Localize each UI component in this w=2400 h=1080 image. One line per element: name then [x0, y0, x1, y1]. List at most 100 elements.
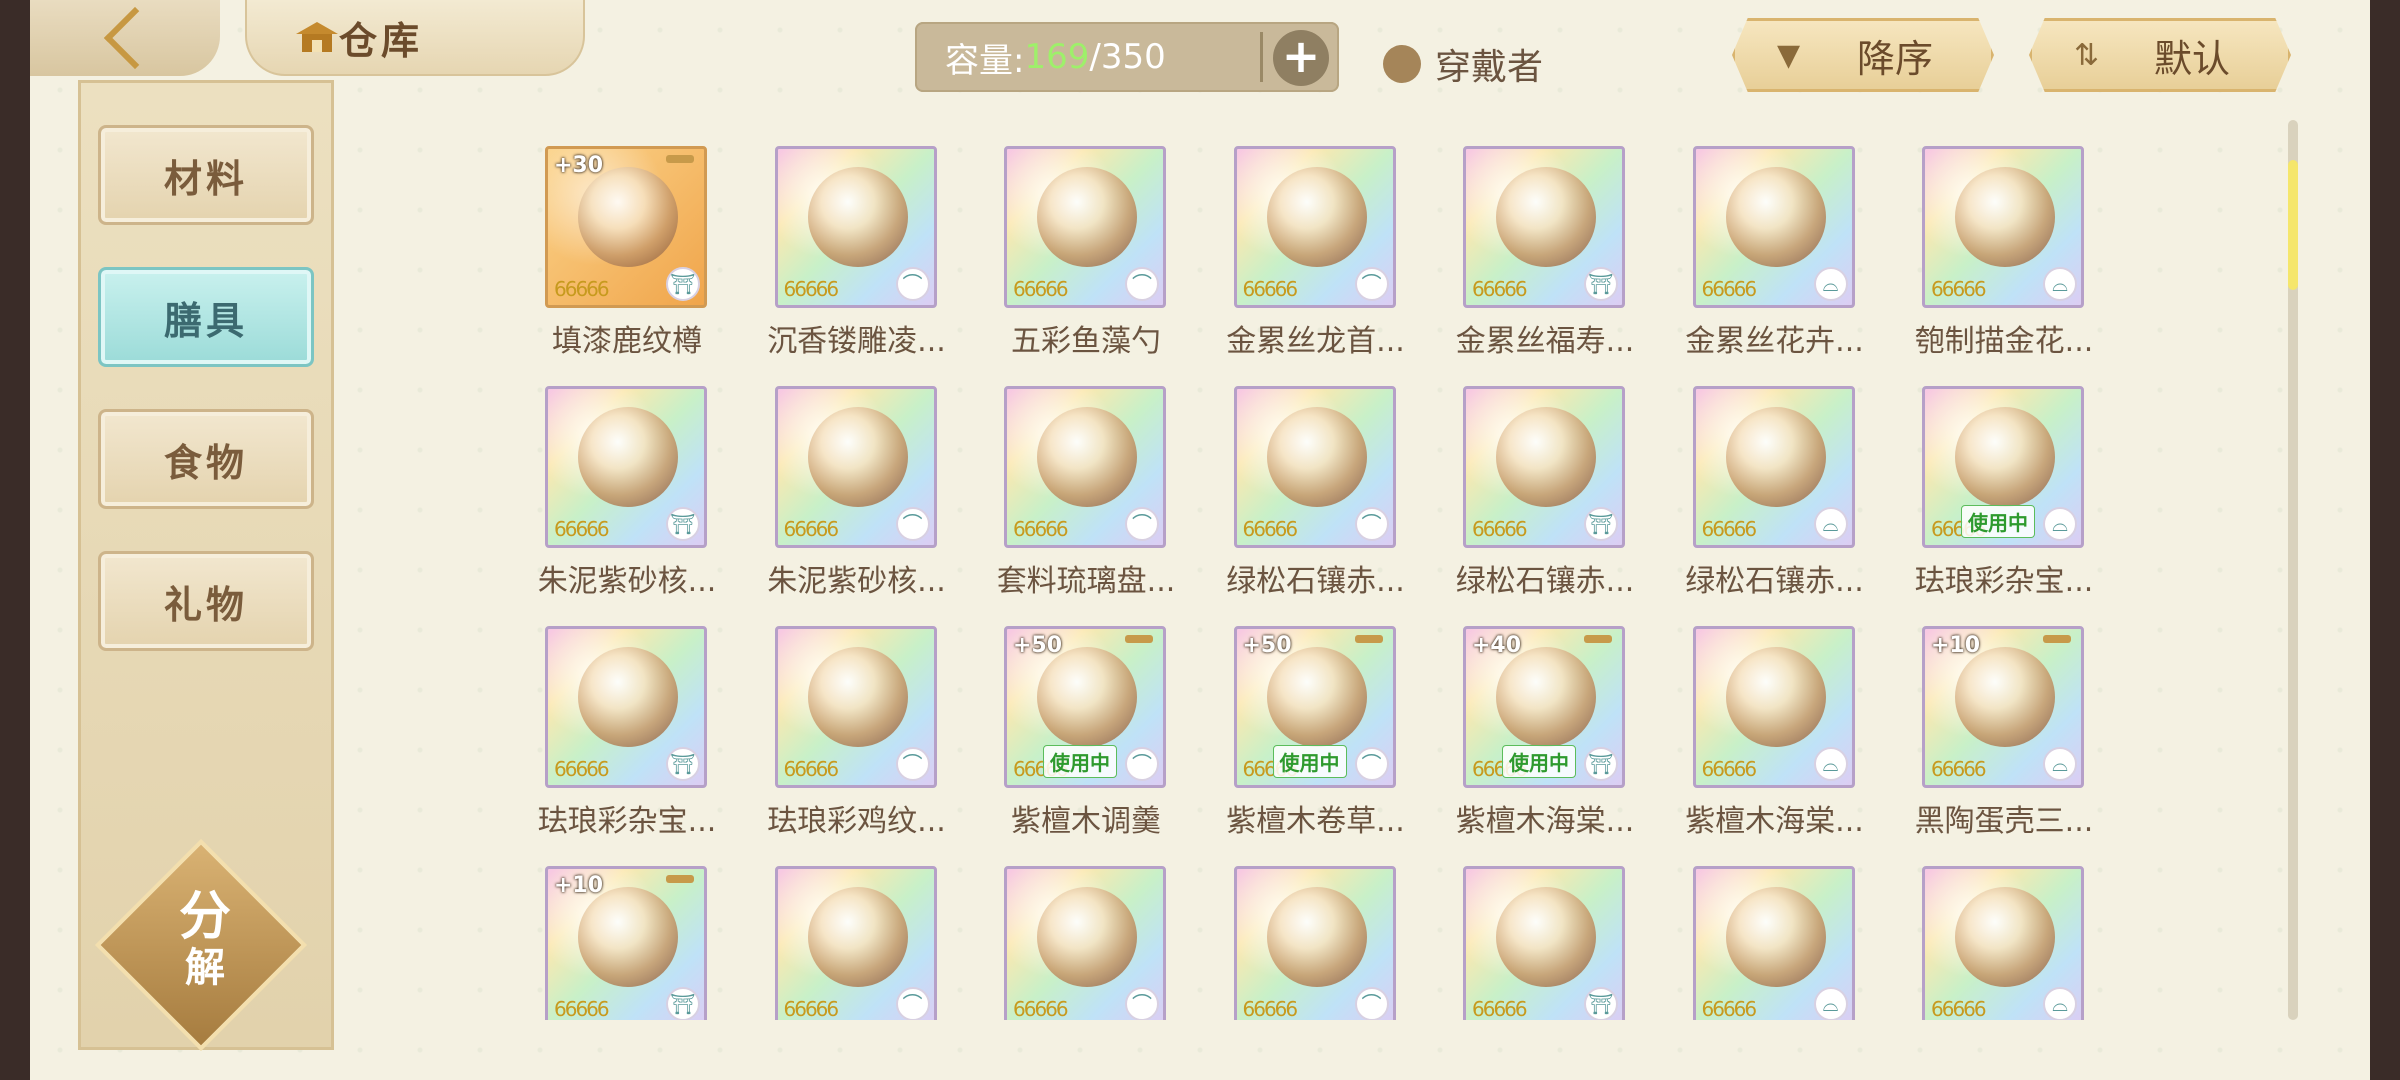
item-card[interactable]: 66666 ⌒ — [1233, 386, 1396, 548]
triangle-down-icon: ▼ — [1777, 37, 1801, 73]
item-slot[interactable]: 66666 ⌒ 金累丝龙首... — [1211, 142, 1421, 372]
item-card[interactable]: +50 66666 ⌒ 使用中 — [1233, 626, 1396, 788]
item-card[interactable]: 66666 ⌓ — [1692, 866, 1855, 1020]
item-slot[interactable]: 66666 ⌓ 使用中 珐琅彩杂宝... — [1899, 382, 2109, 612]
item-slot[interactable]: 66666 ⛩ 朱泥紫砂核... — [522, 382, 732, 612]
item-slot[interactable]: 66666 ⛩ 金累丝福寿... — [1440, 142, 1650, 372]
item-card[interactable]: 66666 ⛩ — [545, 386, 707, 548]
item-card[interactable]: 66666 ⌒ — [774, 626, 937, 788]
item-card[interactable]: 66666 ⌓ — [1922, 866, 2084, 1020]
item-slot[interactable]: +10 66666 ⛩ — [522, 862, 732, 1020]
item-slot[interactable]: 66666 ⌓ 金累丝花卉... — [1670, 142, 1880, 372]
item-name: 紫檀木海棠... — [1455, 804, 1635, 839]
item-artwork-icon — [1725, 167, 1826, 267]
item-rarity-icon: 66666 — [1931, 277, 1987, 301]
item-slot[interactable]: 66666 ⌒ — [1211, 862, 1421, 1020]
item-type-icon: ⌒ — [1354, 987, 1389, 1020]
item-card[interactable]: 66666 ⌒ — [774, 386, 937, 548]
item-card[interactable]: 66666 ⌒ — [1004, 386, 1166, 548]
item-slot[interactable]: 66666 ⌓ — [1899, 862, 2109, 1020]
item-slot[interactable]: 66666 ⌒ 朱泥紫砂核... — [752, 382, 962, 612]
wearer-toggle[interactable]: 穿戴者 — [1383, 38, 1543, 90]
item-type-icon: ⌒ — [895, 747, 930, 781]
item-rarity-icon: 66666 — [1013, 997, 1069, 1020]
in-use-badge: 使用中 — [1961, 505, 2035, 538]
item-card[interactable]: 66666 ⌒ — [774, 146, 937, 308]
item-rarity-icon: 66666 — [1013, 517, 1069, 541]
item-level-badge: +10 — [554, 873, 604, 898]
tab-tableware[interactable]: 膳具 — [98, 267, 314, 367]
item-card[interactable]: 66666 ⛩ — [1463, 386, 1625, 548]
item-card[interactable]: 66666 ⌒ — [1233, 866, 1396, 1020]
item-artwork-icon — [1955, 887, 2055, 987]
in-use-badge: 使用中 — [1272, 745, 1347, 778]
scrollbar-thumb[interactable] — [2288, 160, 2298, 290]
item-type-icon: ⛩ — [1584, 267, 1618, 301]
item-card[interactable]: 66666 ⌓ — [1692, 626, 1855, 788]
item-artwork-icon — [1266, 647, 1367, 747]
item-card[interactable]: +40 66666 ⛩ 使用中 — [1463, 626, 1625, 788]
item-name: 黑陶蛋壳三... — [1914, 804, 2094, 839]
item-slot[interactable]: 66666 ⌒ 珐琅彩鸡纹... — [752, 622, 962, 852]
tab-gifts[interactable]: 礼物 — [98, 551, 314, 651]
item-name: 金累丝花卉... — [1685, 324, 1864, 359]
item-slot[interactable]: 66666 ⌓ 紫檀木海棠... — [1670, 622, 1880, 852]
item-card[interactable]: +30 66666 ⛩ — [545, 146, 707, 308]
item-card[interactable]: 66666 ⌓ — [1922, 146, 2084, 308]
item-card[interactable]: +50 66666 ⌒ 使用中 — [1004, 626, 1166, 788]
tab-materials[interactable]: 材料 — [98, 125, 314, 225]
item-card[interactable]: +10 66666 ⌓ — [1922, 626, 2084, 788]
item-name: 珐琅彩杂宝... — [537, 804, 717, 839]
item-name: 绿松石镶赤... — [1685, 564, 1864, 599]
item-slot[interactable]: +10 66666 ⌓ 黑陶蛋壳三... — [1899, 622, 2109, 852]
item-card[interactable]: +10 66666 ⛩ — [545, 866, 707, 1020]
item-slot[interactable]: 66666 ⌓ 匏制描金花... — [1899, 142, 2109, 372]
item-slot[interactable]: 66666 ⌒ 五彩鱼藻勺 — [981, 142, 1191, 372]
item-name: 填漆鹿纹樽 — [552, 324, 702, 359]
item-type-icon: ⌓ — [1813, 987, 1848, 1020]
item-card[interactable]: 66666 ⛩ — [1463, 146, 1625, 308]
item-rarity-icon: 66666 — [554, 277, 610, 301]
item-card[interactable]: 66666 ⛩ — [1463, 866, 1625, 1020]
item-slot[interactable]: 66666 ⌒ 沉香镂雕凌... — [752, 142, 962, 372]
item-rarity-icon: 66666 — [1701, 997, 1758, 1020]
item-type-icon: ⌒ — [1125, 987, 1159, 1020]
item-card[interactable]: 66666 ⛩ — [545, 626, 707, 788]
sort-default-button[interactable]: ⇅ 默认 — [2029, 18, 2291, 92]
item-type-icon: ⛩ — [1584, 747, 1618, 781]
item-type-icon: ⌓ — [2043, 987, 2077, 1020]
decompose-label-top: 分 — [178, 886, 231, 947]
decompose-label[interactable]: 分 解 — [150, 888, 260, 990]
item-slot[interactable]: +40 66666 ⛩ 使用中紫檀木海棠... — [1440, 622, 1650, 852]
back-button[interactable] — [30, 0, 220, 76]
item-card[interactable]: 66666 ⌒ — [1004, 866, 1166, 1020]
expand-capacity-button[interactable]: + — [1273, 30, 1329, 86]
item-slot[interactable]: 66666 ⛩ 珐琅彩杂宝... — [522, 622, 732, 852]
item-slot[interactable]: 66666 ⌒ — [752, 862, 962, 1020]
item-slot[interactable]: 66666 ⌓ — [1670, 862, 1880, 1020]
tab-food[interactable]: 食物 — [98, 409, 314, 509]
item-rarity-icon: 66666 — [1931, 757, 1987, 781]
wearer-label: 穿戴者 — [1435, 47, 1544, 88]
item-card[interactable]: 66666 ⌓ 使用中 — [1922, 386, 2084, 548]
item-name: 紫檀木调羹 — [1011, 804, 1161, 839]
item-slot[interactable]: +50 66666 ⌒ 使用中紫檀木调羹 — [981, 622, 1191, 852]
item-slot[interactable]: 66666 ⌒ — [981, 862, 1191, 1020]
sort-descending-button[interactable]: ▼ 降序 — [1732, 18, 1994, 92]
item-artwork-icon — [807, 647, 908, 747]
item-card[interactable]: 66666 ⌒ — [1233, 146, 1396, 308]
item-rarity-icon: 66666 — [1242, 517, 1299, 541]
item-slot[interactable]: 66666 ⛩ 绿松石镶赤... — [1440, 382, 1650, 612]
item-slot[interactable]: 66666 ⌒ 套料琉璃盘... — [981, 382, 1191, 612]
item-card[interactable]: 66666 ⌒ — [1004, 146, 1166, 308]
item-slot[interactable]: +30 66666 ⛩ 填漆鹿纹樽 — [522, 142, 732, 372]
item-slot[interactable]: 66666 ⌒ 绿松石镶赤... — [1211, 382, 1421, 612]
item-type-icon: ⌒ — [1125, 507, 1159, 541]
item-slot[interactable]: 66666 ⌓ 绿松石镶赤... — [1670, 382, 1880, 612]
item-slot[interactable]: +50 66666 ⌒ 使用中 紫檀木卷草... — [1211, 622, 1421, 852]
item-card[interactable]: 66666 ⌓ — [1692, 386, 1855, 548]
item-card[interactable]: 66666 ⌓ — [1692, 146, 1855, 308]
home-icon[interactable] — [292, 18, 342, 58]
item-card[interactable]: 66666 ⌒ — [774, 866, 937, 1020]
item-slot[interactable]: 66666 ⛩ — [1440, 862, 1650, 1020]
